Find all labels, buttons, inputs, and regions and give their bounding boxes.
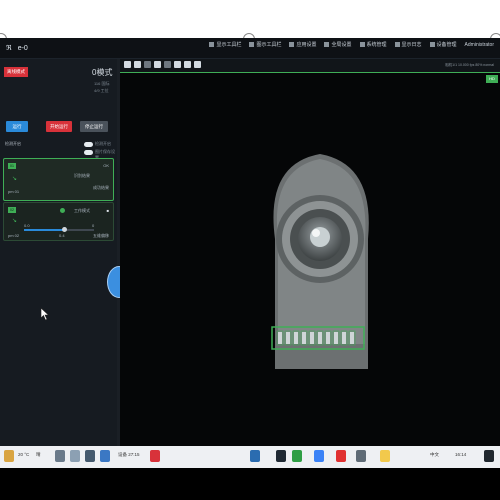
log-icon <box>394 42 400 47</box>
browser-icon[interactable] <box>314 450 324 462</box>
slider-max: 0 <box>92 223 95 228</box>
card-bottom-right: 成功结果 <box>93 185 109 190</box>
inspection-card-2[interactable]: 02 工作模式 ■ ↘ 0.0 0.4 0 pm 02 五维偏移 <box>3 202 114 241</box>
mouse-cursor-icon <box>40 307 50 321</box>
app-icon[interactable] <box>100 450 110 462</box>
admin-icon <box>359 42 365 47</box>
card-bottom-right: 五维偏移 <box>93 233 109 238</box>
start-run-button[interactable]: 开始运行 <box>46 121 72 132</box>
center-text: 设备 27:15 <box>118 452 140 457</box>
status-dot-icon <box>60 208 65 213</box>
app-icon[interactable] <box>276 450 286 462</box>
camera-icon[interactable] <box>124 61 131 68</box>
card-right: 工作模式 <box>74 208 90 213</box>
status-badge: 离线模式 <box>4 67 28 77</box>
user-name[interactable]: Administrator <box>465 42 494 48</box>
card-badge: OK <box>103 163 109 168</box>
grid-icon[interactable] <box>194 61 201 68</box>
star-icon[interactable] <box>380 450 390 462</box>
fit-icon[interactable] <box>154 61 161 68</box>
slider-mid: 0.4 <box>59 233 65 238</box>
zoom-in-icon[interactable] <box>134 61 141 68</box>
pan-icon[interactable] <box>164 61 171 68</box>
card-bottom-left: pm 02 <box>8 233 20 238</box>
save-icon[interactable] <box>174 61 181 68</box>
menu-item-5[interactable]: 显示日志 <box>394 41 422 48</box>
status-line <box>120 72 500 73</box>
menu-item-0[interactable]: 显示工具栏 <box>209 41 241 48</box>
menu-item-1[interactable]: 图示工具栏 <box>249 41 281 48</box>
app-icon[interactable] <box>150 450 160 462</box>
left-panel: 离线模式 0模式 116 国际 4/9 工位 运行 开始运行 停止运行 检测开启… <box>0 59 118 458</box>
input-method[interactable]: 中文 <box>430 452 439 458</box>
viewer-toolbar: 相机1/1 10.000 fps 80% normal <box>120 59 500 73</box>
slider-fill <box>24 229 64 231</box>
camera-info: 相机1/1 10.000 fps 80% normal <box>445 63 494 67</box>
clock[interactable]: 16:14 <box>455 452 466 457</box>
folder-icon[interactable] <box>184 61 191 68</box>
app-logo-icon: ℜ <box>6 45 12 52</box>
window-title-text: e-0 <box>17 44 28 52</box>
detect-toggle[interactable] <box>84 142 93 147</box>
search-icon[interactable] <box>70 450 80 462</box>
start-icon[interactable] <box>55 450 65 462</box>
chart-icon: ↘ <box>12 176 18 182</box>
save-image-toggle[interactable] <box>84 150 93 155</box>
run-button[interactable]: 运行 <box>6 121 28 132</box>
app-icon[interactable] <box>292 450 302 462</box>
card-center: 识别结果 <box>74 173 90 178</box>
notification-icon[interactable] <box>484 450 494 462</box>
menu-item-4[interactable]: 系统管理 <box>359 41 387 48</box>
menu-item-6[interactable]: 设备管理 <box>429 41 457 48</box>
weather-icon[interactable] <box>4 450 14 462</box>
viewer-tools <box>124 61 201 68</box>
settings-icon <box>289 42 295 47</box>
menu-item-3[interactable]: 全局设置 <box>324 41 352 48</box>
os-taskbar: 20 °C 晴 设备 27:15 中文 16:14 <box>0 446 500 468</box>
chart-icon: ↘ <box>12 218 18 224</box>
title-bar: ℜ e-0 显示工具栏 图示工具栏 应用设置 全局设置 系统管理 显示日志 设备… <box>0 38 500 59</box>
slider-min: 0.0 <box>24 223 30 228</box>
card-id: 02 <box>8 207 16 213</box>
gear-icon <box>324 42 330 47</box>
inspection-card-1[interactable]: 01 OK ↘ 识别结果 pm 01 成功结果 <box>3 158 114 201</box>
mode-sub-1: 116 国际 <box>94 81 110 86</box>
card-id: 01 <box>8 163 16 169</box>
inspected-part-image <box>271 154 369 369</box>
camera-viewer[interactable]: 相机1/1 10.000 fps 80% normal HD <box>120 59 500 458</box>
stop-run-button[interactable]: 停止运行 <box>80 121 108 132</box>
app-icon[interactable] <box>250 450 260 462</box>
row-label-detect: 检测开启 <box>5 141 21 146</box>
grid-icon[interactable]: ■ <box>107 208 109 213</box>
app-icon[interactable] <box>356 450 366 462</box>
slider-handle[interactable] <box>62 227 67 232</box>
toolbar-icon <box>209 42 215 47</box>
app-icon[interactable] <box>336 450 346 462</box>
row-value-detect: 检测开启 <box>95 141 111 146</box>
menu-item-2[interactable]: 应用设置 <box>289 41 316 48</box>
image-icon <box>249 42 255 47</box>
device-icon <box>429 42 435 47</box>
bottom-black-margin <box>0 468 500 500</box>
weather-desc: 晴 <box>36 452 41 457</box>
mode-sub-2: 4/9 工位 <box>94 88 109 93</box>
hd-badge: HD <box>486 75 498 83</box>
weather-temp: 20 °C <box>18 452 30 457</box>
mode-title: 0模式 <box>92 68 113 77</box>
zoom-out-icon[interactable] <box>144 61 151 68</box>
application-window: ℜ e-0 显示工具栏 图示工具栏 应用设置 全局设置 系统管理 显示日志 设备… <box>0 38 500 458</box>
task-view-icon[interactable] <box>85 450 95 462</box>
main-menu: 显示工具栏 图示工具栏 应用设置 全局设置 系统管理 显示日志 设备管理 Adm… <box>209 41 494 48</box>
card-bottom-left: pm 01 <box>8 189 20 194</box>
window-title: ℜ e-0 <box>6 44 28 53</box>
